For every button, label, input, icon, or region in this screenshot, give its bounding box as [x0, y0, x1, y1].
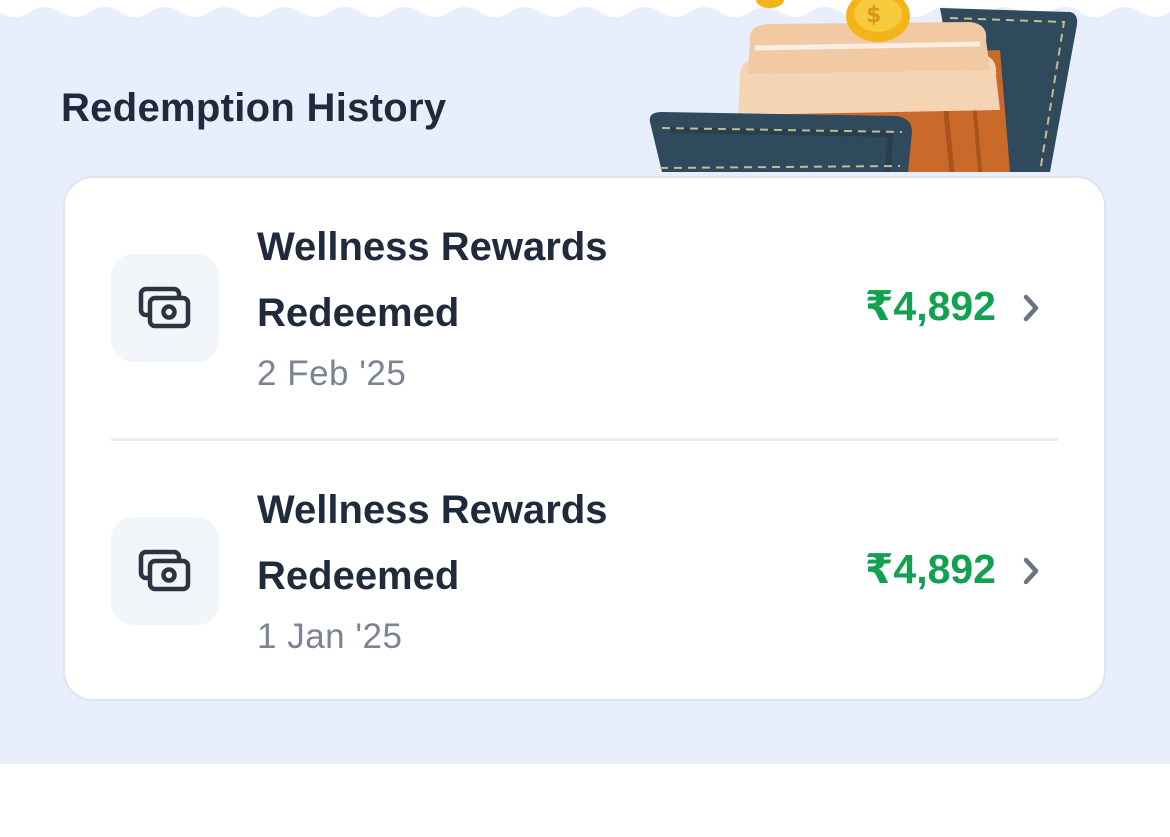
item-title: Wellness Rewards Redeemed	[257, 488, 608, 598]
history-row[interactable]: Wellness Rewards Redeemed 1 Jan '25 ₹4,8…	[65, 441, 1104, 703]
cash-icon	[138, 286, 191, 329]
item-title: Wellness Rewards Redeemed	[257, 225, 608, 335]
chevron-right-icon	[1016, 556, 1046, 586]
section-title: Redemption History	[61, 86, 447, 130]
cash-icon-container	[111, 517, 219, 625]
cash-icon-container	[111, 254, 219, 362]
wallet-illustration: $	[649, 0, 1078, 172]
cash-icon	[138, 549, 191, 592]
history-card: Wellness Rewards Redeemed 2 Feb '25 ₹4,8…	[63, 176, 1106, 701]
chevron-right-icon	[1016, 293, 1046, 323]
item-amount: ₹4,892	[864, 283, 996, 329]
history-row[interactable]: Wellness Rewards Redeemed 2 Feb '25 ₹4,8…	[65, 178, 1104, 441]
svg-text:$: $	[866, 3, 881, 28]
item-date: 1 Jan '25	[257, 617, 403, 656]
item-amount: ₹4,892	[864, 546, 996, 592]
item-date: 2 Feb '25	[257, 354, 407, 393]
redemption-history-panel: $ Redemption History Wellness Rewards Re…	[0, 0, 1170, 764]
